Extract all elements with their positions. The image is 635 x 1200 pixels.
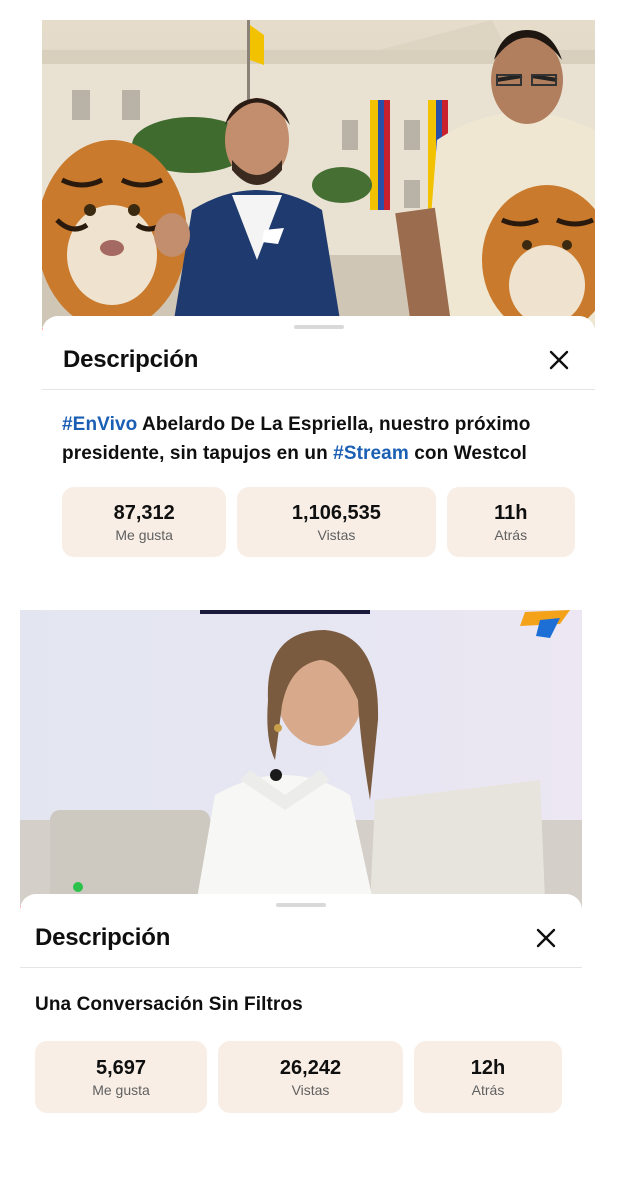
time-ago-value: 12h [470,1056,506,1079]
close-icon [536,928,556,948]
likes-label: Me gusta [115,526,173,543]
likes-count: 5,697 [95,1056,147,1079]
views-label: Vistas [291,1081,330,1098]
stats-row: 87,312 Me gusta 1,106,535 Vistas 11h Atr… [42,468,595,557]
description-text: con Westcol [408,443,527,464]
time-ago-value: 11h [494,501,528,524]
likes-stat: 87,312 Me gusta [62,487,227,557]
video-frame [20,610,582,910]
video-player[interactable] [42,20,595,332]
views-stat: 26,242 Vistas [218,1041,403,1113]
video-description: Una Conversación Sin Filtros [35,994,303,1015]
time-ago-label: Atrás [494,526,528,543]
sheet-title: Descripción [63,346,199,373]
views-stat: 1,106,535 Vistas [237,487,436,557]
likes-stat: 5,697 Me gusta [35,1041,207,1113]
time-ago-stat: 12h Atrás [414,1041,562,1113]
post-panel-1: Descripción #EnVivo Abelardo De La Espri… [42,20,595,557]
post-panel-2: Descripción Una Conversación Sin Filtros… [20,610,582,1113]
video-player[interactable] [20,610,582,910]
video-description: #EnVivo Abelardo De La Espriella, nuestr… [42,390,595,468]
views-label: Vistas [317,526,356,543]
close-button[interactable] [541,342,577,378]
description-sheet: Descripción #EnVivo Abelardo De La Espri… [42,316,595,557]
stats-row: 5,697 Me gusta 26,242 Vistas 12h Atrás [20,1019,582,1113]
hashtag-link[interactable]: #EnVivo [62,414,137,435]
close-button[interactable] [528,920,564,956]
hashtag-link[interactable]: #Stream [333,443,409,464]
time-ago-label: Atrás [471,1081,505,1098]
time-ago-stat: 11h Atrás [446,487,575,557]
likes-count: 87,312 [113,501,175,524]
sheet-title: Descripción [35,924,171,951]
video-frame [42,20,595,332]
likes-label: Me gusta [92,1081,150,1098]
sheet-header: Descripción [20,894,582,968]
description-sheet: Descripción Una Conversación Sin Filtros… [20,894,582,1113]
views-count: 1,106,535 [291,501,381,524]
views-count: 26,242 [279,1056,342,1079]
sheet-header: Descripción [42,316,595,390]
close-icon [549,350,569,370]
